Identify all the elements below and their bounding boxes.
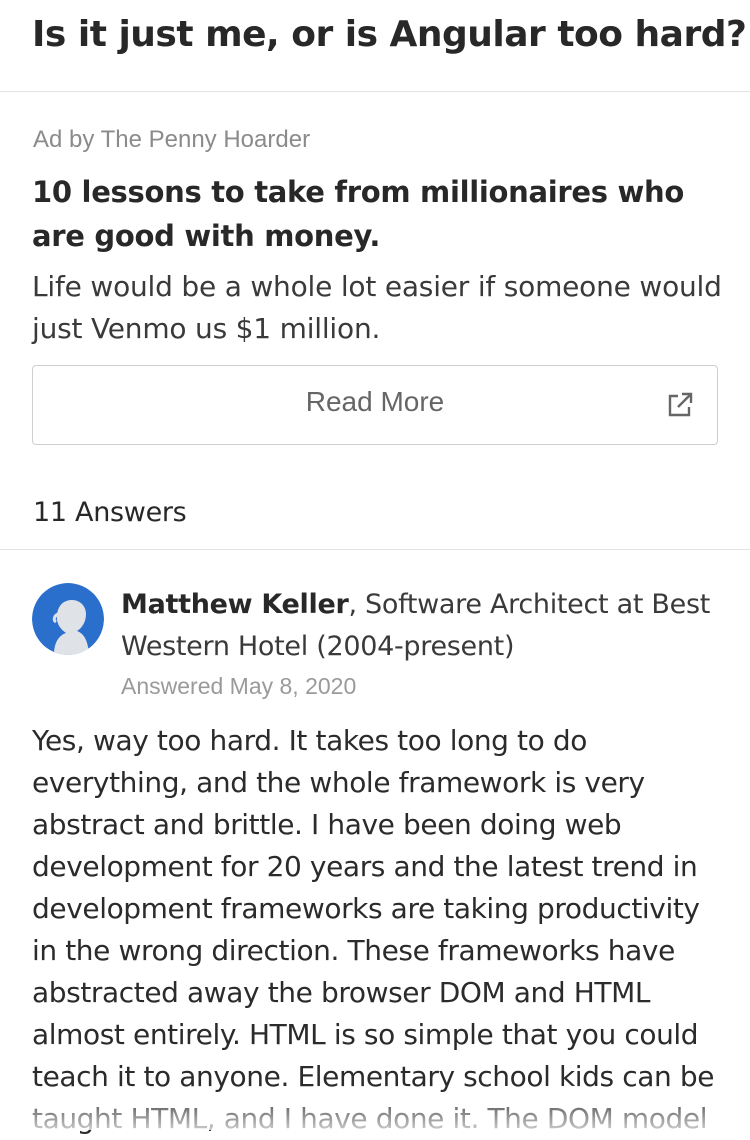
scroll-fade [0,1090,750,1130]
answered-date[interactable]: Answered May 8, 2020 [121,673,356,700]
ad-body: Life would be a whole lot easier if some… [32,270,722,345]
divider [0,549,750,550]
user-avatar-icon[interactable] [32,583,104,655]
read-more-button[interactable]: Read More [32,365,718,445]
external-link-icon [668,392,693,417]
ad-title[interactable]: 10 lessons to take from millionaires who… [32,170,722,258]
question-header: Is it just me, or is Angular too hard? [0,0,750,92]
ad-label: Ad by The Penny Hoarder [33,126,311,153]
default-user-avatar-icon [32,583,104,655]
answer-text: Yes, way too hard. It takes too long to … [32,724,715,1135]
question-page: Is it just me, or is Angular too hard? A… [0,0,750,1135]
answers-count: 11 Answers [33,497,187,528]
author-line: Matthew Keller, Software Architect at Be… [121,584,731,668]
read-more-label: Read More [305,386,445,417]
author-name[interactable]: Matthew Keller [121,589,349,620]
question-title[interactable]: Is it just me, or is Angular too hard? [32,14,747,55]
